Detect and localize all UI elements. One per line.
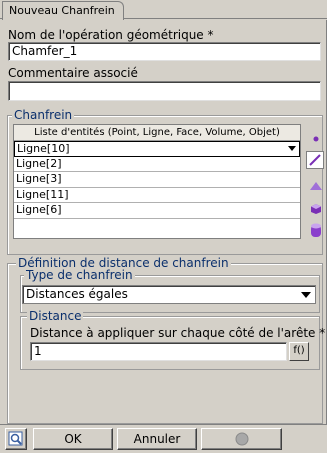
help-button[interactable]: [5, 428, 27, 450]
name-field[interactable]: Chamfer_1: [8, 42, 321, 61]
chevron-down-icon[interactable]: [288, 146, 296, 151]
list-item-label: Ligne[11]: [16, 187, 69, 201]
list-item-label: Ligne[2]: [16, 156, 62, 170]
name-label: Nom de l'opération géométrique *: [8, 28, 214, 42]
volume-icon[interactable]: [307, 200, 325, 218]
distance-group-title: Distance: [27, 309, 84, 323]
cancel-button[interactable]: Annuler: [117, 428, 197, 450]
bottom-toolbar: OK Annuler: [0, 424, 327, 453]
list-item[interactable]: Ligne[3]: [14, 172, 300, 188]
face-icon-glyph: [310, 182, 322, 190]
object-icon-glyph: [311, 223, 321, 237]
list-item[interactable]: Ligne[10]: [14, 141, 300, 157]
list-item[interactable]: Ligne[6]: [14, 203, 300, 219]
list-item-label: Ligne[10]: [17, 142, 70, 155]
line-icon[interactable]: [306, 151, 324, 169]
point-icon[interactable]: [307, 130, 325, 148]
line-icon-glyph: [309, 154, 321, 166]
entity-list-header: Liste d'entités (Point, Ligne, Face, Vol…: [14, 125, 300, 141]
magnifier-help-icon: [8, 431, 23, 446]
tab-nouveau-chanfrein[interactable]: Nouveau Chanfrein: [2, 1, 124, 20]
list-item-label: Ligne[3]: [16, 172, 62, 185]
comment-field[interactable]: [8, 81, 321, 101]
chamfer-type-value: Distances égales: [26, 287, 128, 301]
function-button[interactable]: f(): [289, 342, 309, 361]
distance-label: Distance à appliquer sur chaque côté de …: [30, 326, 326, 340]
point-icon-glyph: [313, 136, 319, 142]
object-icon[interactable]: [307, 221, 325, 239]
face-icon[interactable]: [307, 177, 325, 195]
volume-icon-glyph: [311, 204, 321, 214]
entity-list[interactable]: Liste d'entités (Point, Ligne, Face, Vol…: [13, 124, 301, 239]
tab-bar: Nouveau Chanfrein: [0, 0, 327, 20]
status-button[interactable]: [201, 428, 282, 450]
chamfer-type-title: Type de chanfrein: [24, 268, 135, 282]
chanfrein-group-title: Chanfrein: [12, 108, 75, 122]
list-item[interactable]: Ligne[2]: [14, 156, 300, 172]
comment-label: Commentaire associé: [8, 66, 138, 80]
list-item[interactable]: Ligne[11]: [14, 187, 300, 203]
status-indicator-icon: [235, 432, 248, 446]
chevron-down-icon: [301, 292, 311, 298]
chamfer-type-select[interactable]: Distances égales: [22, 285, 316, 304]
list-item-label: Ligne[6]: [16, 203, 62, 216]
distance-field[interactable]: 1: [30, 342, 287, 361]
ok-button[interactable]: OK: [33, 428, 113, 450]
